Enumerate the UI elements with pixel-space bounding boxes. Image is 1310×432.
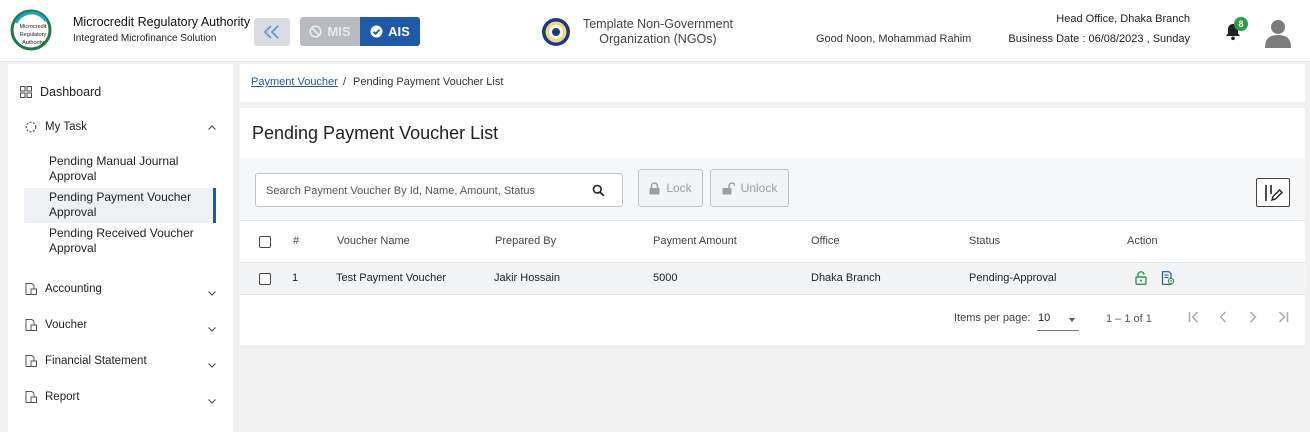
document-icon <box>25 319 37 331</box>
unlock-label: Unlock <box>740 181 778 195</box>
office: Dhaka Branch <box>811 272 881 284</box>
ais-label: AIS <box>388 24 410 39</box>
unlock-icon <box>722 181 735 194</box>
org-name: Microcredit Regulatory Authority <box>73 15 251 29</box>
top-header: Microcredit Regulatory Authority Microcr… <box>0 0 1310 62</box>
sidebar-item-my-task[interactable]: My Task <box>8 121 233 133</box>
sidebar-item-financial-statement[interactable]: Financial Statement <box>8 355 233 368</box>
grid-icon <box>20 86 32 98</box>
ngo-name: Template Non-Government Organization (NG… <box>580 17 736 47</box>
select-all-checkbox[interactable] <box>259 236 271 248</box>
user-greeting: Good Noon, Mohammad Rahim <box>816 33 972 45</box>
sidebar-subitem-received-voucher[interactable]: Pending Received Voucher Approval <box>24 226 216 256</box>
search-box <box>255 173 623 207</box>
mra-logo-icon: Microcredit Regulatory Authority <box>10 9 52 51</box>
ngo-name-line1: Template Non-Government <box>582 17 734 31</box>
logo-text-line1: Microcredit <box>20 24 47 30</box>
collapse-menu-button[interactable] <box>254 18 290 46</box>
column-header-voucher-name[interactable]: Voucher Name <box>337 235 410 247</box>
breadcrumb-link-payment-voucher[interactable]: Payment Voucher <box>251 76 338 88</box>
page-range-label: 1 – 1 of 1 <box>1106 313 1152 325</box>
items-per-page-label: Items per page: <box>954 312 1031 324</box>
branch-name: Head Office, Dhaka Branch <box>1056 13 1190 25</box>
column-header-number: # <box>293 235 300 247</box>
chevron-up-icon <box>208 125 216 130</box>
logo-text-line2: Regulatory <box>20 32 47 38</box>
column-header-status[interactable]: Status <box>969 235 1000 247</box>
next-page-icon[interactable] <box>1245 309 1261 325</box>
paginator: Items per page: 10 1 – 1 of 1 <box>240 295 1305 345</box>
mis-label: MIS <box>327 24 351 39</box>
main-panel: Pending Payment Voucher List Lock Unlock <box>240 108 1305 345</box>
breadcrumb-current: Pending Payment Voucher List <box>353 76 504 88</box>
avatar-icon[interactable] <box>1264 18 1292 48</box>
chevron-down-icon <box>208 363 216 368</box>
sidebar-subitem-payment-voucher[interactable]: Pending Payment Voucher Approval <box>24 188 216 223</box>
last-page-icon[interactable] <box>1275 309 1291 325</box>
breadcrumb-separator: / <box>343 76 347 88</box>
ngo-name-line2: Organization (NGOs) <box>599 32 717 46</box>
sidebar-item-accounting[interactable]: Accounting <box>8 283 233 296</box>
sidebar-item-label: Report <box>45 391 80 403</box>
status: Pending-Approval <box>969 272 1057 284</box>
sidebar-subitem-manual-journal[interactable]: Pending Manual Journal Approval <box>24 154 216 184</box>
double-chevron-left-icon <box>263 25 279 39</box>
chevron-down-icon <box>208 327 216 332</box>
search-input[interactable] <box>266 182 586 200</box>
row-checkbox[interactable] <box>259 273 271 285</box>
search-icon[interactable] <box>592 184 605 197</box>
previous-page-icon[interactable] <box>1215 309 1231 325</box>
sidebar-item-label: Voucher <box>45 319 88 331</box>
ngo-seal-icon <box>542 18 570 46</box>
sidebar-item-label: My Task <box>45 121 87 133</box>
items-per-page-value: 10 <box>1038 312 1051 324</box>
logo-text-line3: Authority <box>22 40 44 46</box>
payment-amount: 5000 <box>653 272 678 284</box>
caret-down-icon <box>1069 318 1075 322</box>
sidebar-item-label: Financial Statement <box>45 355 147 367</box>
chevron-down-icon <box>208 291 216 296</box>
column-header-prepared-by[interactable]: Prepared By <box>495 235 556 247</box>
column-header-payment-amount[interactable]: Payment Amount <box>653 235 737 247</box>
table-row[interactable]: 1 Test Payment Voucher Jakir Hossain 500… <box>240 263 1305 295</box>
ais-toggle-button[interactable]: AIS <box>360 17 420 46</box>
breadcrumb: Payment Voucher / Pending Payment Vouche… <box>240 64 1305 102</box>
notification-badge: 8 <box>1234 17 1248 31</box>
lock-icon <box>649 181 660 194</box>
first-page-icon[interactable] <box>1186 309 1202 325</box>
sidebar: Dashboard My Task Pending Manual Journal… <box>8 64 233 432</box>
document-icon <box>25 283 37 295</box>
unlock-button[interactable]: Unlock <box>710 169 789 207</box>
items-per-page-select[interactable]: 10 <box>1037 305 1079 331</box>
column-settings-button[interactable] <box>1256 178 1290 207</box>
sidebar-item-label: Dashboard <box>40 85 102 99</box>
check-circle-icon <box>370 25 383 38</box>
row-number: 1 <box>292 272 299 284</box>
business-date: Business Date : 06/08/2023 , Sunday <box>1008 33 1190 45</box>
sidebar-item-dashboard[interactable]: Dashboard <box>8 85 233 99</box>
sidebar-item-report[interactable]: Report <box>8 391 233 404</box>
voucher-name: Test Payment Voucher <box>336 272 447 284</box>
column-header-action: Action <box>1127 235 1158 247</box>
sidebar-item-label: Accounting <box>45 283 102 295</box>
ban-icon <box>309 25 323 38</box>
org-subtitle: Integrated Microfinance Solution <box>73 33 217 44</box>
prepared-by: Jakir Hossain <box>494 272 561 284</box>
chevron-down-icon <box>208 399 216 404</box>
page-title: Pending Payment Voucher List <box>252 123 499 143</box>
document-icon <box>25 355 37 367</box>
sidebar-item-voucher[interactable]: Voucher <box>8 319 233 332</box>
lock-button[interactable]: Lock <box>638 169 703 207</box>
lock-label: Lock <box>666 181 692 195</box>
table-header-row: # Voucher Name Prepared By Payment Amoun… <box>240 220 1305 263</box>
spinner-icon <box>25 121 37 133</box>
document-icon <box>25 391 37 403</box>
column-header-office[interactable]: Office <box>811 235 840 247</box>
unlock-icon[interactable] <box>1134 271 1148 285</box>
view-details-icon[interactable] <box>1161 271 1175 285</box>
column-edit-icon <box>1265 184 1283 201</box>
mis-toggle-button[interactable]: MIS <box>300 17 360 46</box>
